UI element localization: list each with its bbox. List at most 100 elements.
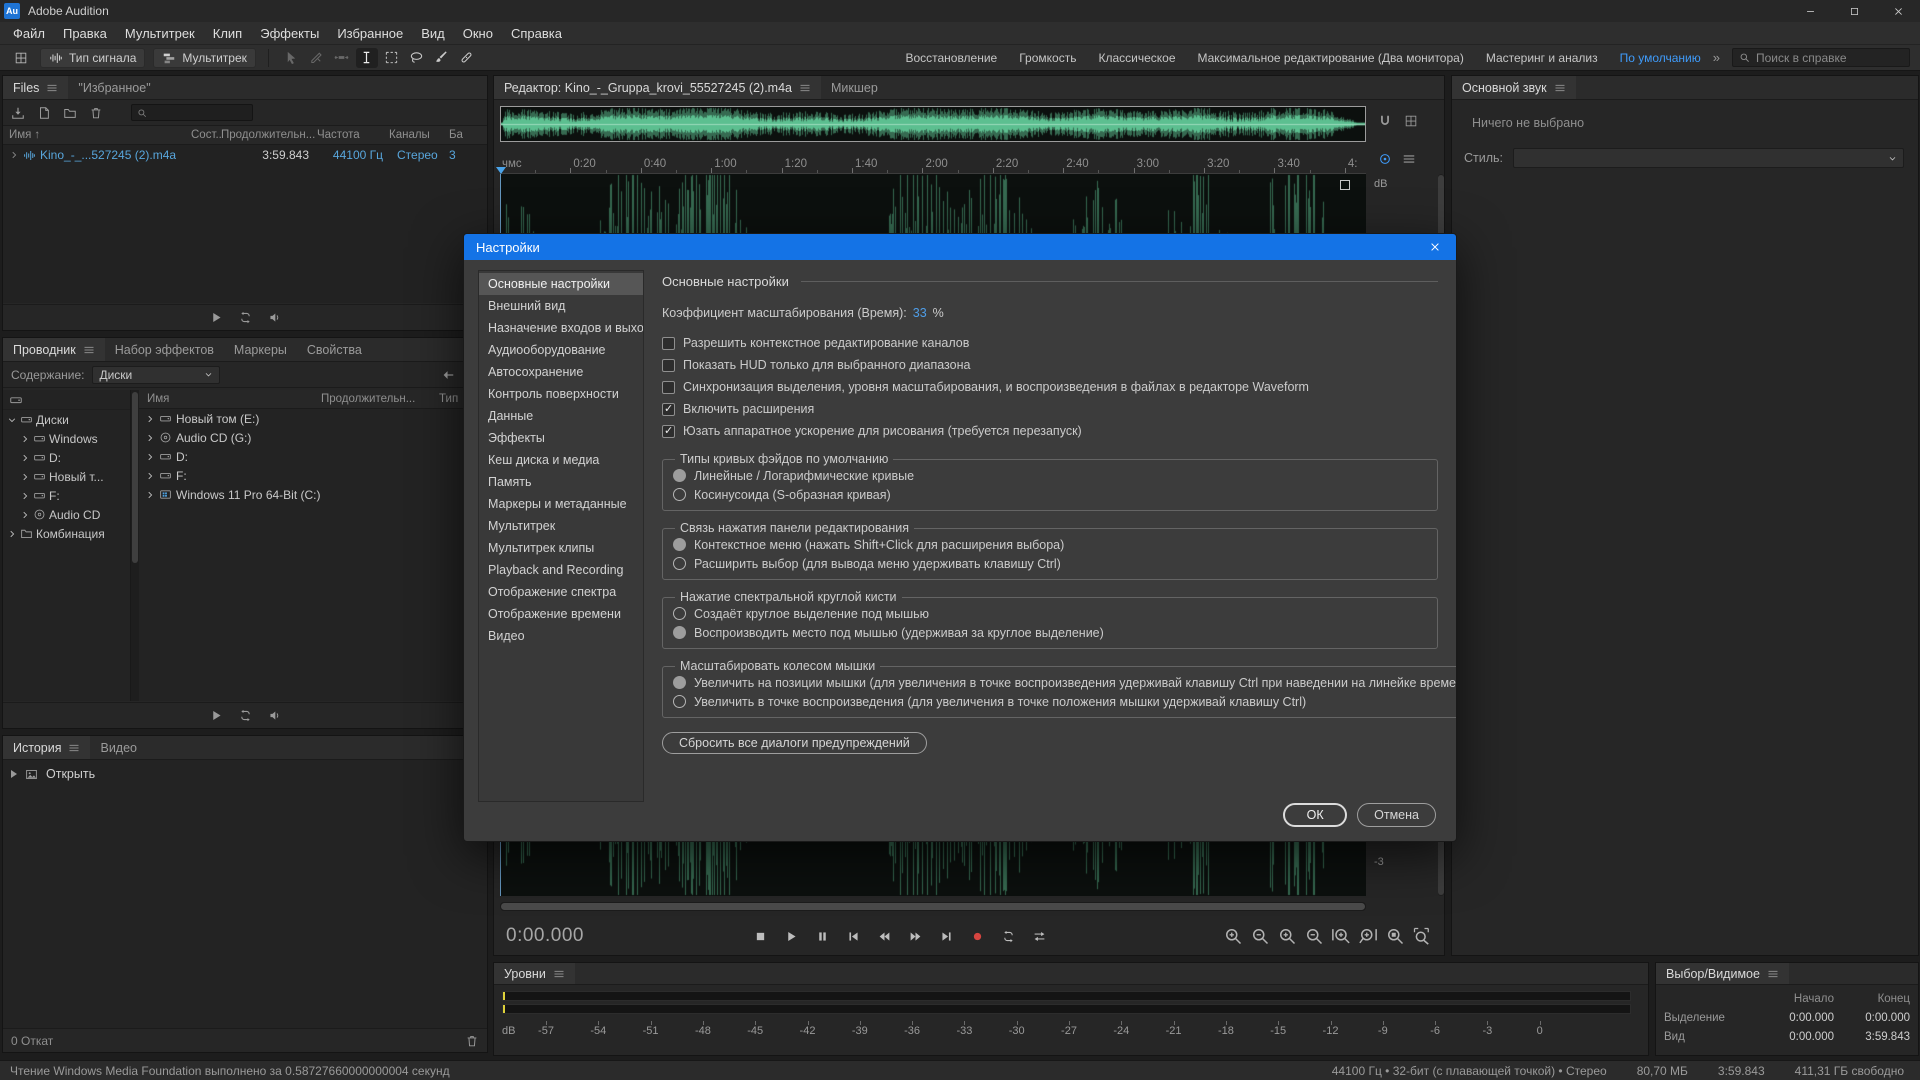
chevron-right-icon[interactable] bbox=[145, 471, 155, 481]
radio-g2-option-1[interactable]: Воспроизводить место под мышью (удержива… bbox=[673, 623, 1427, 642]
browser-item-0[interactable]: Новый том (E:) bbox=[139, 409, 487, 428]
browser-column-1[interactable]: Продолжительн... bbox=[321, 393, 439, 405]
radio-g1-option-1[interactable]: Расширить выбор (для вывода меню удержив… bbox=[673, 554, 1427, 573]
menu-item-1[interactable]: Правка bbox=[54, 22, 116, 44]
category-item-10[interactable]: Маркеры и метаданные bbox=[479, 493, 643, 515]
chevron-down-icon[interactable] bbox=[7, 415, 17, 425]
menu-item-3[interactable]: Клип bbox=[204, 22, 251, 44]
menu-item-4[interactable]: Эффекты bbox=[251, 22, 328, 44]
chevron-right-icon[interactable] bbox=[145, 414, 155, 424]
reset-warnings-button[interactable]: Сбросить все диалоги предупреждений bbox=[662, 732, 927, 754]
tab-history[interactable]: История bbox=[3, 736, 90, 759]
zoom-in-time-button[interactable] bbox=[1277, 926, 1297, 946]
radio-g2-option-0[interactable]: Создаёт круглое выделение под мышью bbox=[673, 604, 1427, 623]
browser-column-0[interactable]: Имя bbox=[139, 393, 321, 405]
chevron-right-icon[interactable] bbox=[9, 150, 19, 160]
category-item-0[interactable]: Основные настройки bbox=[479, 273, 643, 295]
checkbox-0[interactable]: Разрешить контекстное редактирование кан… bbox=[662, 332, 1438, 354]
tab-effects-rack[interactable]: Набор эффектов bbox=[105, 338, 224, 361]
delete-file-icon[interactable] bbox=[89, 106, 103, 120]
heal-tool-button[interactable] bbox=[456, 48, 478, 68]
zoom-in-amplitude-button[interactable] bbox=[1223, 926, 1243, 946]
chevron-right-icon[interactable] bbox=[20, 472, 30, 482]
browser-item-2[interactable]: D: bbox=[139, 447, 487, 466]
tree-item-6[interactable]: Комбинация bbox=[3, 524, 130, 543]
tree-item-2[interactable]: D: bbox=[3, 448, 130, 467]
tab-editor[interactable]: Редактор: Kino_-_Gruppa_krovi_55527245 (… bbox=[494, 76, 821, 99]
view-layout-icon[interactable] bbox=[10, 48, 32, 68]
time-ruler[interactable]: чмс 0:200:401:001:201:402:002:202:403:00… bbox=[500, 150, 1366, 174]
chevron-right-icon[interactable] bbox=[20, 434, 30, 444]
preview-play-button[interactable] bbox=[210, 709, 223, 722]
zoom-factor-value[interactable]: 33 bbox=[913, 306, 927, 320]
chevron-right-icon[interactable] bbox=[7, 529, 17, 539]
maximize-view-icon[interactable] bbox=[1340, 180, 1350, 190]
menu-item-5[interactable]: Избранное bbox=[328, 22, 412, 44]
chevron-right-icon[interactable] bbox=[145, 490, 155, 500]
fast-forward-button[interactable] bbox=[904, 926, 926, 946]
help-search[interactable] bbox=[1732, 48, 1910, 67]
selection-end-value[interactable]: 0:00.000 bbox=[1834, 1012, 1910, 1024]
tab-levels[interactable]: Уровни bbox=[494, 963, 575, 984]
tree-scrollbar[interactable] bbox=[131, 390, 139, 701]
pause-button[interactable] bbox=[811, 926, 833, 946]
preview-volume-button[interactable] bbox=[268, 311, 281, 324]
preview-play-button[interactable] bbox=[210, 311, 223, 324]
horizontal-scrollbar[interactable] bbox=[500, 902, 1366, 911]
panel-menu-icon[interactable] bbox=[1767, 968, 1779, 980]
open-folder-icon[interactable] bbox=[63, 106, 77, 120]
marquee-tool-button[interactable] bbox=[381, 48, 403, 68]
checkbox-1[interactable]: Показать HUD только для выбранного диапа… bbox=[662, 354, 1438, 376]
cancel-button[interactable]: Отмена bbox=[1357, 803, 1436, 827]
view-start-value[interactable]: 0:00.000 bbox=[1750, 1031, 1834, 1043]
checkbox-3[interactable]: Включить расширения bbox=[662, 398, 1438, 420]
panel-menu-icon[interactable] bbox=[553, 968, 565, 980]
checkbox-4[interactable]: Юзать аппаратное ускорение для рисования… bbox=[662, 420, 1438, 442]
lasso-tool-button[interactable] bbox=[406, 48, 428, 68]
style-dropdown[interactable] bbox=[1513, 148, 1904, 168]
preview-volume-button[interactable] bbox=[268, 709, 281, 722]
checkbox-2[interactable]: Синхронизация выделения, уровня масштаби… bbox=[662, 376, 1438, 398]
category-item-7[interactable]: Эффекты bbox=[479, 427, 643, 449]
chevron-right-icon[interactable] bbox=[145, 452, 155, 462]
import-file-icon[interactable] bbox=[11, 106, 25, 120]
chevron-right-icon[interactable] bbox=[20, 510, 30, 520]
preview-loop-button[interactable] bbox=[239, 709, 252, 722]
brush-tool-button[interactable] bbox=[431, 48, 453, 68]
layout-grid-icon[interactable] bbox=[1404, 114, 1418, 128]
snap-magnet-icon[interactable] bbox=[1378, 114, 1392, 128]
dialog-titlebar[interactable]: Настройки bbox=[464, 234, 1456, 260]
view-end-value[interactable]: 3:59.843 bbox=[1834, 1031, 1910, 1043]
tab-files[interactable]: Files bbox=[3, 76, 68, 99]
category-item-3[interactable]: Аудиооборудование bbox=[479, 339, 643, 361]
workspace-item-1[interactable]: Громкость bbox=[1019, 51, 1076, 65]
zoom-out-time-button[interactable] bbox=[1304, 926, 1324, 946]
tab-mixer[interactable]: Микшер bbox=[821, 76, 888, 99]
category-item-14[interactable]: Отображение спектра bbox=[479, 581, 643, 603]
skip-start-button[interactable] bbox=[842, 926, 864, 946]
browser-item-1[interactable]: Audio CD (G:) bbox=[139, 428, 487, 447]
chevron-right-icon[interactable] bbox=[20, 491, 30, 501]
back-icon[interactable] bbox=[441, 368, 455, 382]
playhead-handle[interactable] bbox=[496, 167, 506, 174]
files-search[interactable] bbox=[131, 104, 253, 121]
radio-g1-option-0[interactable]: Контекстное меню (нажать Shift+Click для… bbox=[673, 535, 1427, 554]
dialog-close-button[interactable] bbox=[1426, 238, 1444, 256]
minimize-button[interactable] bbox=[1788, 0, 1832, 22]
category-item-16[interactable]: Видео bbox=[479, 625, 643, 647]
menu-item-2[interactable]: Мультитрек bbox=[116, 22, 204, 44]
radio-g3-option-1[interactable]: Увеличить в точке воспроизведения (для у… bbox=[673, 692, 1457, 711]
workspace-item-4[interactable]: Мастеринг и анализ bbox=[1486, 51, 1598, 65]
menu-item-0[interactable]: Файл bbox=[4, 22, 54, 44]
category-item-11[interactable]: Мультитрек bbox=[479, 515, 643, 537]
files-column-2[interactable]: Продолжительн... bbox=[221, 129, 317, 141]
category-item-6[interactable]: Данные bbox=[479, 405, 643, 427]
tab-browser[interactable]: Проводник bbox=[3, 338, 105, 361]
category-item-9[interactable]: Память bbox=[479, 471, 643, 493]
zoom-in-left-edge-button[interactable] bbox=[1331, 926, 1351, 946]
radio-g0-option-0[interactable]: Линейные / Логарифмические кривые bbox=[673, 466, 1427, 485]
workspace-item-2[interactable]: Классическое bbox=[1098, 51, 1175, 65]
tab-properties[interactable]: Свойства bbox=[297, 338, 372, 361]
panel-menu-icon[interactable] bbox=[799, 82, 811, 94]
menu-item-6[interactable]: Вид bbox=[412, 22, 454, 44]
